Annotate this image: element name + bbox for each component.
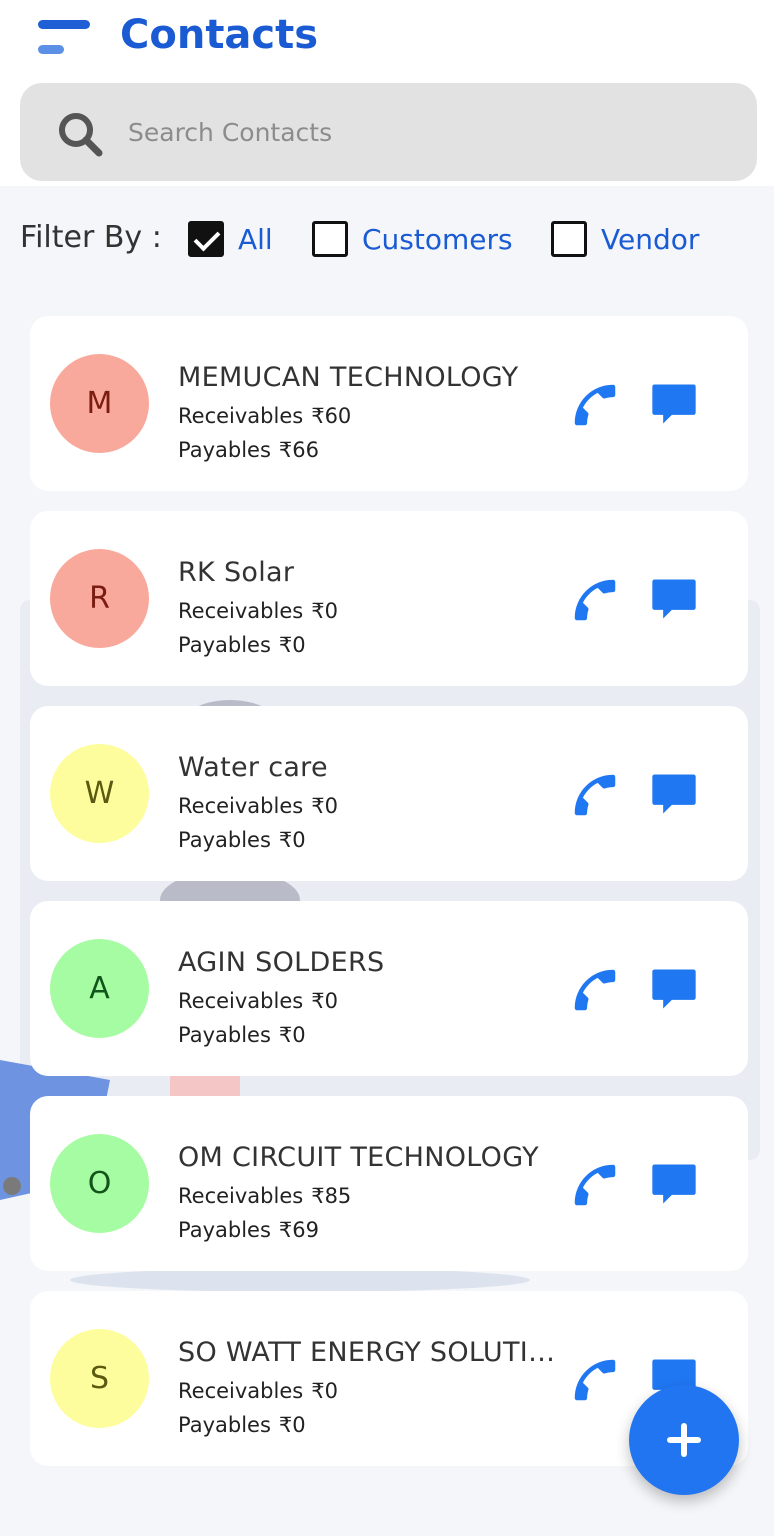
- receivables-label: Receivables: [178, 404, 304, 428]
- message-icon[interactable]: [648, 378, 700, 430]
- phone-icon[interactable]: [568, 573, 622, 627]
- filter-option-all[interactable]: All: [188, 218, 273, 260]
- contact-name: AGIN SOLDERS: [178, 947, 385, 978]
- menu-icon[interactable]: [38, 20, 90, 56]
- receivables-row: Receivables ₹0: [178, 989, 338, 1013]
- add-contact-button[interactable]: [629, 1385, 739, 1495]
- payables-value: ₹0: [278, 1413, 306, 1437]
- filter-vendor-label: Vendor: [601, 222, 700, 256]
- menu-icon-bar-bottom: [38, 45, 64, 54]
- payables-label: Payables: [178, 828, 271, 852]
- payables-label: Payables: [178, 1218, 271, 1242]
- phone-icon[interactable]: [568, 1158, 622, 1212]
- payables-label: Payables: [178, 1023, 271, 1047]
- app-header: Contacts: [0, 0, 774, 186]
- search-icon: [59, 113, 103, 157]
- receivables-value: ₹0: [311, 794, 338, 818]
- page-title: Contacts: [120, 12, 319, 58]
- contact-name: MEMUCAN TECHNOLOGY: [178, 362, 519, 393]
- payables-row: Payables ₹0: [178, 633, 306, 657]
- payables-row: Payables ₹69: [178, 1218, 319, 1242]
- contact-name: Water care: [178, 752, 328, 783]
- menu-icon-bar-top: [38, 20, 90, 29]
- receivables-value: ₹60: [311, 404, 352, 428]
- filter-row: Filter By : All Customers Vendor: [20, 214, 760, 264]
- payables-label: Payables: [178, 438, 271, 462]
- filter-all-checkbox[interactable]: [188, 221, 224, 257]
- receivables-row: Receivables ₹0: [178, 794, 338, 818]
- plus-icon-vertical: [681, 1423, 687, 1457]
- avatar: M: [50, 354, 149, 453]
- receivables-label: Receivables: [178, 794, 304, 818]
- payables-value: ₹0: [278, 1023, 306, 1047]
- receivables-row: Receivables ₹0: [178, 599, 338, 623]
- contact-card[interactable]: W Water care Receivables ₹0 Payables ₹0: [30, 706, 748, 881]
- phone-icon[interactable]: [568, 378, 622, 432]
- search-input[interactable]: [128, 107, 728, 157]
- filter-customers-label: Customers: [362, 222, 513, 256]
- contact-card[interactable]: O OM CIRCUIT TECHNOLOGY Receivables ₹85 P…: [30, 1096, 748, 1271]
- contact-card[interactable]: M MEMUCAN TECHNOLOGY Receivables ₹60 Paya…: [30, 316, 748, 491]
- payables-value: ₹69: [278, 1218, 320, 1242]
- payables-row: Payables ₹0: [178, 1413, 306, 1437]
- receivables-value: ₹85: [311, 1184, 352, 1208]
- message-icon[interactable]: [648, 963, 700, 1015]
- receivables-label: Receivables: [178, 1379, 304, 1403]
- payables-row: Payables ₹66: [178, 438, 319, 462]
- receivables-label: Receivables: [178, 599, 304, 623]
- filter-vendor-checkbox[interactable]: [551, 221, 587, 257]
- contact-name: RK Solar: [178, 557, 295, 588]
- receivables-label: Receivables: [178, 989, 304, 1013]
- avatar: S: [50, 1329, 149, 1428]
- avatar: W: [50, 744, 149, 843]
- filter-option-customers[interactable]: Customers: [312, 218, 513, 260]
- message-icon[interactable]: [648, 573, 700, 625]
- receivables-row: Receivables ₹60: [178, 404, 351, 428]
- contact-card[interactable]: A AGIN SOLDERS Receivables ₹0 Payables ₹0: [30, 901, 748, 1076]
- search-bar[interactable]: [20, 83, 757, 181]
- contact-name: OM CIRCUIT TECHNOLOGY: [178, 1142, 539, 1173]
- phone-icon[interactable]: [568, 1353, 622, 1407]
- receivables-label: Receivables: [178, 1184, 304, 1208]
- payables-value: ₹0: [278, 633, 306, 657]
- payables-row: Payables ₹0: [178, 1023, 306, 1047]
- phone-icon[interactable]: [568, 963, 622, 1017]
- payables-row: Payables ₹0: [178, 828, 306, 852]
- filter-label: Filter By :: [20, 220, 162, 255]
- message-icon[interactable]: [648, 768, 700, 820]
- payables-value: ₹0: [278, 828, 306, 852]
- payables-label: Payables: [178, 1413, 271, 1437]
- contact-name: SO WATT ENERGY SOLUTIONS: [178, 1337, 566, 1368]
- payables-value: ₹66: [278, 438, 320, 462]
- filter-all-label: All: [238, 222, 273, 256]
- contact-card[interactable]: R RK Solar Receivables ₹0 Payables ₹0: [30, 511, 748, 686]
- filter-option-vendor[interactable]: Vendor: [551, 218, 699, 260]
- avatar: R: [50, 549, 149, 648]
- receivables-row: Receivables ₹85: [178, 1184, 351, 1208]
- message-icon[interactable]: [648, 1158, 700, 1210]
- avatar: A: [50, 939, 149, 1038]
- receivables-row: Receivables ₹0: [178, 1379, 338, 1403]
- filter-customers-checkbox[interactable]: [312, 221, 348, 257]
- receivables-value: ₹0: [311, 599, 338, 623]
- avatar: O: [50, 1134, 149, 1233]
- payables-label: Payables: [178, 633, 271, 657]
- receivables-value: ₹0: [311, 1379, 338, 1403]
- receivables-value: ₹0: [311, 989, 338, 1013]
- phone-icon[interactable]: [568, 768, 622, 822]
